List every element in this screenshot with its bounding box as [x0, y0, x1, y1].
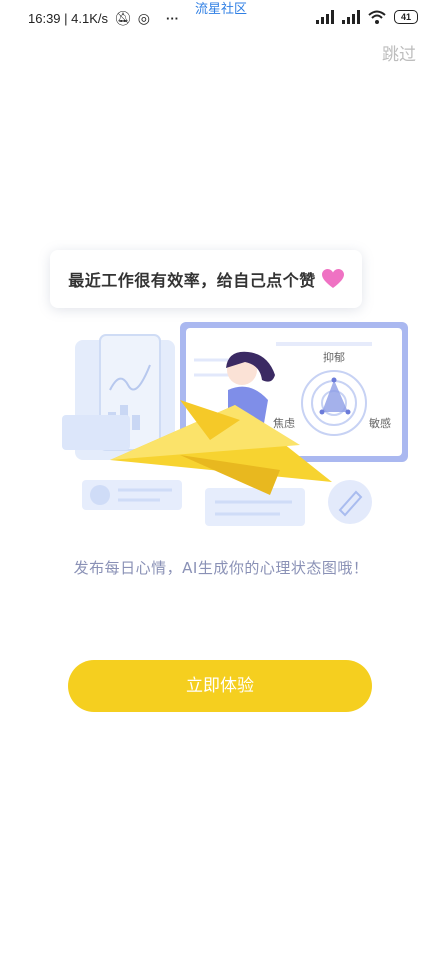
radar-label-sensitive: 敏感	[369, 416, 391, 430]
speech-bubble: 最近工作很有效率，给自己点个赞	[50, 250, 362, 308]
battery-icon: 41	[394, 10, 418, 24]
wifi-icon	[368, 10, 386, 24]
skip-button[interactable]: 跳过	[382, 40, 416, 65]
speech-bubble-text: 最近工作很有效率，给自己点个赞	[68, 271, 316, 290]
status-right: 41	[316, 10, 418, 24]
signal-icon	[316, 10, 334, 24]
try-now-button[interactable]: 立即体验	[68, 660, 372, 712]
status-bar: 16:39 | 4.1K/s 🔕︎ ◎ ··· 流星社区 41	[0, 0, 442, 38]
radar-label-depression: 抑郁	[323, 350, 345, 364]
tagline: 发布每日心情，AI生成你的心理状态图哦！	[73, 559, 369, 577]
radar-label-anxiety: 焦虑	[273, 417, 295, 430]
signal-icon-2	[342, 10, 360, 24]
heart-icon	[321, 269, 344, 288]
